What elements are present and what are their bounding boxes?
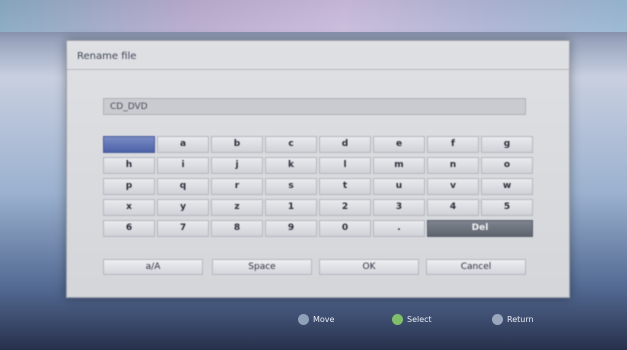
- keyboard-key[interactable]: g: [481, 136, 533, 153]
- keyboard-key[interactable]: w: [481, 178, 533, 195]
- space-button[interactable]: Space: [212, 259, 312, 275]
- keyboard-key[interactable]: 1: [265, 199, 317, 216]
- select-button-icon: [392, 314, 403, 325]
- rename-dialog: Rename file CD_DVD abcdefg hijklmno pqrstu…: [66, 40, 570, 298]
- keyboard-key[interactable]: t: [319, 178, 371, 195]
- cancel-button[interactable]: Cancel: [426, 259, 526, 275]
- keyboard-key[interactable]: n: [427, 157, 479, 174]
- delete-key[interactable]: Del: [427, 220, 533, 237]
- dialog-title: Rename file: [77, 51, 137, 62]
- keyboard-key[interactable]: 6: [103, 220, 155, 237]
- keyboard-key[interactable]: .: [373, 220, 425, 237]
- keyboard-key[interactable]: j: [211, 157, 263, 174]
- keyboard-key[interactable]: y: [157, 199, 209, 216]
- keyboard-key[interactable]: l: [319, 157, 371, 174]
- hint-return-label: Return: [507, 315, 534, 324]
- title-divider: [67, 69, 569, 70]
- keyboard-key[interactable]: s: [265, 178, 317, 195]
- keyboard-key[interactable]: a: [157, 136, 209, 153]
- keyboard-key[interactable]: 3: [373, 199, 425, 216]
- keyboard-key[interactable]: u: [373, 178, 425, 195]
- keyboard-key[interactable]: i: [157, 157, 209, 174]
- keyboard-key[interactable]: h: [103, 157, 155, 174]
- keyboard-key[interactable]: 0: [319, 220, 371, 237]
- case-toggle-button[interactable]: a/A: [103, 259, 203, 275]
- dpad-icon: [298, 314, 309, 325]
- keyboard-key[interactable]: v: [427, 178, 479, 195]
- keyboard-key[interactable]: x: [103, 199, 155, 216]
- keyboard-key[interactable]: 9: [265, 220, 317, 237]
- keyboard-key[interactable]: [103, 136, 155, 153]
- keyboard-key[interactable]: d: [319, 136, 371, 153]
- hint-select: Select: [392, 314, 432, 326]
- ok-button[interactable]: OK: [319, 259, 419, 275]
- hint-move: Move: [298, 314, 334, 326]
- keyboard-key[interactable]: 4: [427, 199, 479, 216]
- hint-select-label: Select: [407, 315, 432, 324]
- filename-input[interactable]: CD_DVD: [103, 98, 526, 115]
- keyboard-key[interactable]: 8: [211, 220, 263, 237]
- keyboard-key[interactable]: 5: [481, 199, 533, 216]
- keyboard-key[interactable]: m: [373, 157, 425, 174]
- top-gradient-band: [0, 0, 627, 32]
- keyboard-key[interactable]: o: [481, 157, 533, 174]
- keyboard-key[interactable]: k: [265, 157, 317, 174]
- button-hint-bar: Move Select Return: [0, 314, 627, 334]
- keyboard-key[interactable]: q: [157, 178, 209, 195]
- hint-return: Return: [492, 314, 534, 326]
- keyboard-key[interactable]: f: [427, 136, 479, 153]
- keyboard-key[interactable]: c: [265, 136, 317, 153]
- keyboard-key[interactable]: p: [103, 178, 155, 195]
- keyboard-key[interactable]: 2: [319, 199, 371, 216]
- keyboard-key[interactable]: e: [373, 136, 425, 153]
- keyboard-key[interactable]: b: [211, 136, 263, 153]
- keyboard-key[interactable]: 7: [157, 220, 209, 237]
- return-button-icon: [492, 314, 503, 325]
- keyboard-key[interactable]: r: [211, 178, 263, 195]
- keyboard-key[interactable]: z: [211, 199, 263, 216]
- hint-move-label: Move: [313, 315, 335, 324]
